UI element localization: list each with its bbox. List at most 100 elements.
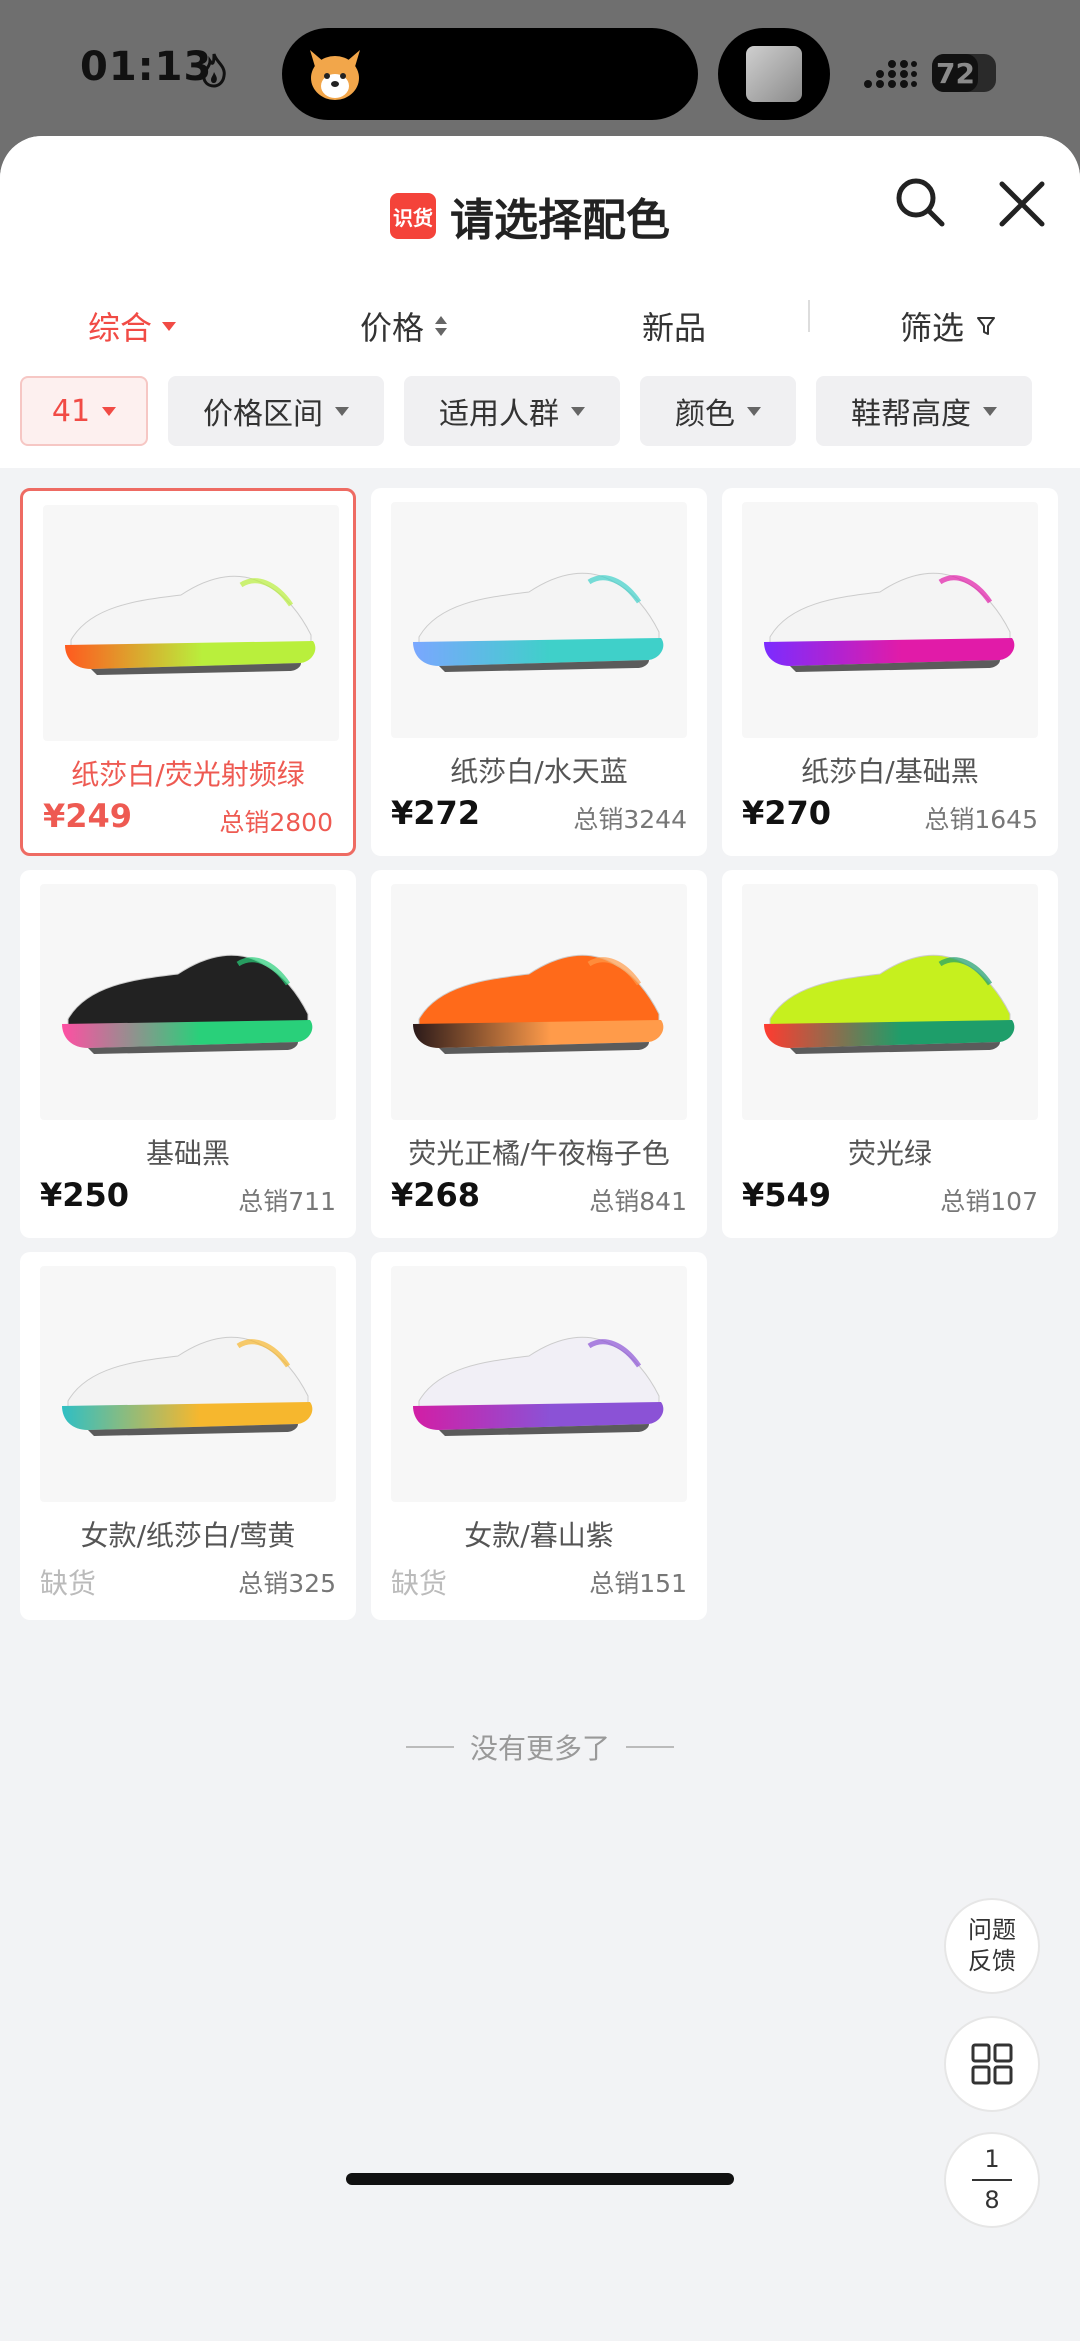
tab-comprehensive[interactable]: 综合 [88,286,177,366]
product-image [742,502,1038,738]
chip-upper-height[interactable]: 鞋帮高度 [816,376,1032,446]
product-color-name: 荧光正橘/午夜梅子色 [408,1137,670,1170]
end-of-list-text: 没有更多了 [469,1732,610,1765]
corgi-icon [310,50,360,100]
product-sales: 总销2800 [219,808,333,837]
product-image [391,502,687,738]
feedback-label-2: 反馈 [968,1947,1016,1975]
caret-down-icon [983,406,997,416]
product-sales: 总销1645 [924,805,1038,834]
divider-line [405,1746,454,1748]
product-card[interactable]: 基础黑 ¥250 总销711 [20,870,356,1238]
signal-icon [864,60,917,88]
chip-label: 41 [51,393,91,429]
page-divider [972,2179,1012,2181]
product-color-name: 基础黑 [145,1137,230,1170]
funnel-icon [977,317,996,335]
product-sales: 总销711 [238,1187,336,1216]
product-image [391,1266,687,1502]
running-shoe-image [413,572,664,672]
product-price: 缺货 [391,1567,448,1600]
product-image [742,884,1038,1120]
chip-label: 适用人群 [439,397,559,432]
product-color-name: 纸莎白/水天蓝 [450,755,628,788]
product-sales: 总销841 [589,1187,687,1216]
sort-updown-icon [435,316,448,336]
product-image [40,1266,336,1502]
running-shoe-image [62,1336,313,1436]
caret-down-icon [335,406,349,416]
close-icon[interactable] [996,178,1048,230]
product-price: ¥268 [391,1176,481,1214]
search-icon[interactable] [892,174,948,230]
caret-down-icon [162,321,177,331]
tab-filter[interactable]: 筛选 [900,286,996,366]
tab-label: 筛选 [900,309,965,347]
product-image [391,884,687,1120]
product-card[interactable]: 纸莎白/水天蓝 ¥272 总销3244 [371,488,707,856]
product-color-name: 女款/暮山紫 [464,1519,614,1552]
page-total: 8 [984,2186,1000,2214]
product-sales: 总销107 [940,1187,1038,1216]
chip-price-range[interactable]: 价格区间 [168,376,384,446]
chip-color[interactable]: 颜色 [640,376,796,446]
grid-view-button[interactable] [944,2016,1040,2112]
caret-down-icon [571,406,585,416]
running-shoe-image [62,954,313,1054]
product-card[interactable]: 纸莎白/基础黑 ¥270 总销1645 [722,488,1058,856]
feedback-label-1: 问题 [968,1915,1016,1944]
battery-level: 72 [936,56,975,90]
chip-label: 价格区间 [203,397,323,432]
product-price: ¥272 [391,794,481,832]
product-card[interactable]: 女款/暮山紫 缺货 总销151 [371,1252,707,1620]
product-card[interactable]: 女款/纸莎白/莺黄缺货 总销325 [20,1252,356,1620]
product-card[interactable]: 纸莎白/荧光射频绿 ¥249 总销2800 [20,488,356,856]
tab-label: 综合 [88,309,153,347]
live-activity[interactable] [718,28,830,120]
battery-indicator: 72 [932,54,996,92]
status-time: 01:13 [80,44,213,90]
chip-label: 颜色 [675,397,735,432]
product-color-name: 纸莎白/荧光射频绿 [71,758,305,791]
sort-tabs: 综合 价格 新品 筛选 [0,286,1080,366]
tab-divider [808,300,810,332]
caret-down-icon [102,406,117,416]
product-sales: 总销151 [589,1569,687,1598]
page-title: 请选择配色 [450,195,670,246]
product-price: ¥249 [43,797,133,835]
running-shoe-image [413,954,664,1054]
home-indicator[interactable] [346,2173,734,2185]
running-shoe-image [65,575,316,675]
tab-new[interactable]: 新品 [642,286,706,366]
chip-audience[interactable]: 适用人群 [404,376,620,446]
feedback-button[interactable]: 问题 反馈 [944,1898,1040,1994]
product-price: 缺货 [40,1567,97,1600]
tab-label: 价格 [360,309,425,347]
caret-down-icon [747,406,761,416]
divider-line [626,1746,674,1748]
product-card[interactable]: 荧光绿 ¥549 总销107 [722,870,1058,1238]
product-image [40,884,336,1120]
color-picker-sheet: 识货 请选择配色 综合 价格 新品 筛选 41 价格区间 适用人群 颜色 鞋帮高… [0,136,1080,2341]
brand-logo: 识货 [390,193,436,239]
end-of-list: 没有更多了 [0,1722,1080,1772]
live-activity-thumbnail [746,46,802,102]
page-current: 1 [984,2144,1000,2173]
product-price: ¥270 [742,794,832,832]
flame-icon [202,53,226,88]
chip-size[interactable]: 41 [20,376,148,446]
tab-price[interactable]: 价格 [360,286,448,366]
product-color-name: 纸莎白/基础黑 [801,755,979,788]
running-shoe-image [764,954,1015,1054]
tab-label: 新品 [642,309,707,347]
chip-label: 鞋帮高度 [851,397,971,432]
grid-icon [971,2043,1013,2085]
product-sales: 总销325 [238,1569,336,1598]
dynamic-island[interactable] [282,28,698,120]
product-card[interactable]: 荧光正橘/午夜梅子色 ¥268 总销841 [371,870,707,1238]
product-color-name: 荧光绿 [847,1137,932,1170]
product-color-name: 女款/纸莎白/莺黄 [80,1519,296,1552]
product-sales: 总销3244 [573,805,687,834]
page-indicator[interactable]: 1 8 [944,2132,1040,2228]
running-shoe-image [413,1336,664,1436]
